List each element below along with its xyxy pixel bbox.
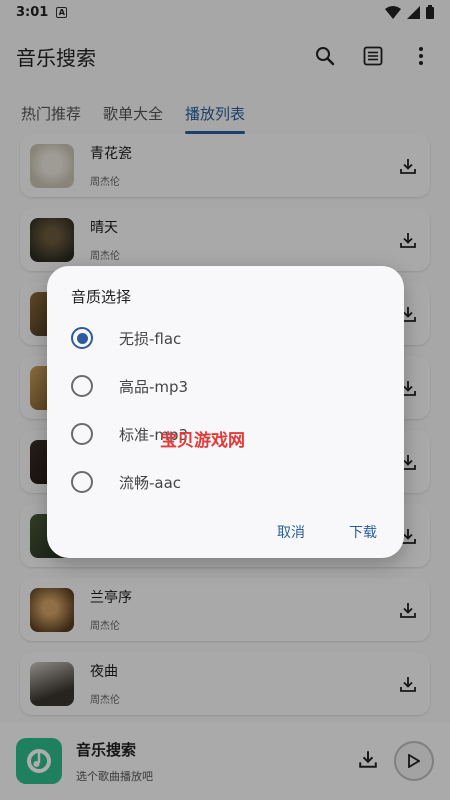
radio-button[interactable] — [71, 327, 93, 349]
quality-option-mp3-high[interactable]: 高品-mp3 — [71, 370, 188, 402]
quality-dialog: 音质选择 无损-flac 高品-mp3 标准-mp3 流畅-aac 取消 下载 — [47, 266, 404, 558]
download-button[interactable]: 下载 — [349, 522, 377, 542]
cancel-button[interactable]: 取消 — [277, 522, 305, 542]
option-label: 高品-mp3 — [119, 377, 189, 396]
watermark-text: 宝贝游戏网 — [160, 431, 245, 451]
quality-option-flac[interactable]: 无损-flac — [71, 322, 181, 354]
option-label: 流畅-aac — [119, 473, 182, 492]
dialog-title: 音质选择 — [71, 288, 132, 306]
radio-button[interactable] — [71, 423, 93, 445]
quality-option-aac[interactable]: 流畅-aac — [71, 466, 181, 498]
option-label: 无损-flac — [119, 329, 182, 348]
radio-button[interactable] — [71, 471, 93, 493]
radio-button[interactable] — [71, 375, 93, 397]
